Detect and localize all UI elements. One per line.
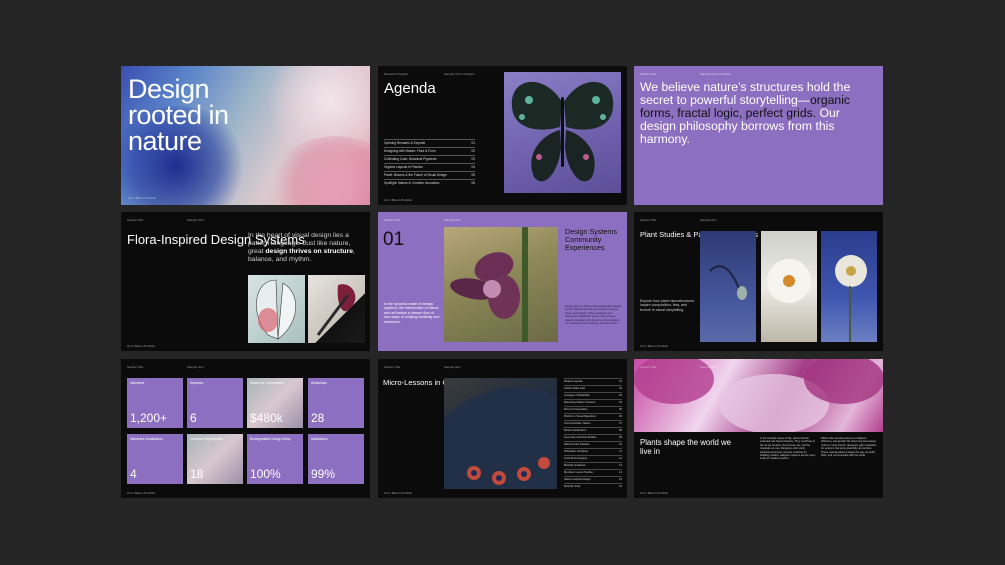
agenda-item: Cultivating Color: Botanical Pigments 03 [384,155,475,161]
gradient-blob [271,136,370,205]
slide-header-left: Section Title [127,218,144,222]
slide-plants-shape[interactable]: Section Title Sample Text Plants shape t… [634,359,883,498]
stat-card: Interactive Installations 4 [127,434,183,484]
slide-header-right: Sample Text [187,365,204,369]
slide-flora-systems[interactable]: Section Title Sample Text Flora-Inspired… [121,212,370,351]
slide-agenda[interactable]: Research Insights Sample Text in Section… [378,66,627,205]
stat-card: Countries Represented 18 [187,434,243,484]
slide-footer: Art in Bloom Portfolio [127,491,156,495]
agenda-item: Spotlight: Nature in Creative Innovation… [384,179,475,185]
slide-header-right: Sample Text [444,365,461,369]
slide-title: Plants shape the world we live in [640,438,732,456]
slide-micro-lessons[interactable]: Section Title Sample Text Micro-Lessons … [378,359,627,498]
lesson-item: Butterfly Grids 16 [564,483,622,491]
butterfly-image [504,72,621,193]
slide-footer: Art in Bloom Portfolio [640,344,669,348]
slide-cover[interactable]: Design rooted in nature Art in Bloom Por… [121,66,370,205]
philosophy-quote: We believe nature’s structures hold the … [640,80,851,146]
slide-body-secondary: Design systems often evolve organically,… [565,305,621,326]
slide-heading: Design Systems Community Experiences [565,227,617,252]
slide-plant-studies[interactable]: Section Title Sample Text Plant Studies … [634,212,883,351]
anemone-image [821,231,877,342]
slide-paragraph: Explore how plant microstructures inspir… [640,299,695,312]
slide-stats[interactable]: Section Title Sample Text Attendees 1,200… [121,359,370,498]
white-flower-image [761,231,817,342]
stat-card: Biodegradable Design Setup 100% [247,434,303,484]
slide-paragraph: In the heart of visual design lies a pat… [248,232,355,263]
slide-header-left: Section Title [384,218,401,222]
stat-card: Keynotes 6 [187,378,243,428]
slide-header-right: Sample Text in Section [444,72,475,76]
agenda-item: Organic Layouts in Practice 04 [384,163,475,169]
slide-header-right: Sample Text [700,365,717,369]
slide-header-left: Section Title [384,365,401,369]
agenda-title: Agenda [384,80,436,97]
slide-header-left: Research Insights [384,72,409,76]
slide-footer: Art in Bloom Portfolio [640,491,669,495]
stat-card: Raised for Conservation $480k [247,378,303,428]
slide-footer: Art in Bloom Portfolio [128,196,157,200]
flower-image [308,275,365,343]
agenda-item: Opening Remarks & Keynote 01 [384,139,475,145]
section-number: 01 [383,229,405,250]
slide-paragraph: In the intricate weave of life, plants h… [760,437,816,461]
slide-header-left: Section Title [127,365,144,369]
slide-header-left: Section Title [640,72,657,76]
agenda-item: Panel: Blooms & the Future of Visual Des… [384,171,475,177]
orchid-image [444,227,558,342]
bud-image [700,231,756,342]
slide-community[interactable]: Section Title Sample Text 01 Design Syst… [378,212,627,351]
slide-philosophy[interactable]: Section Title Sample Text in Section We … [634,66,883,205]
slide-header-right: Sample Text [187,218,204,222]
wing-image [248,275,305,343]
slide-header-left: Section Title [640,365,657,369]
stat-card: Attendees 1,200+ [127,378,183,428]
stat-card: Workshops 28 [308,378,364,428]
slide-header-right: Sample Text [700,218,717,222]
slide-footer: Art in Bloom Portfolio [384,491,413,495]
slide-header-left: Section Title [640,218,657,222]
wing-closeup-image [444,378,557,489]
agenda-item: Designing with Nature: Flora & Form 02 [384,147,475,153]
slide-body: In the dynamic realm of design, systems,… [384,302,440,324]
slide-footer: Art in Bloom Portfolio [127,344,156,348]
slide-header-right: Sample Text in Section [700,72,731,76]
orchid-banner-image [634,359,883,432]
slide-paragraph: Plants offer timeless lessons in balance… [821,437,877,458]
slide-header-right: Sample Text [444,218,461,222]
slide-footer: Art in Bloom Portfolio [384,198,413,202]
cover-title: Design rooted in nature [128,74,229,156]
stat-card: Satisfaction 99% [308,434,364,484]
